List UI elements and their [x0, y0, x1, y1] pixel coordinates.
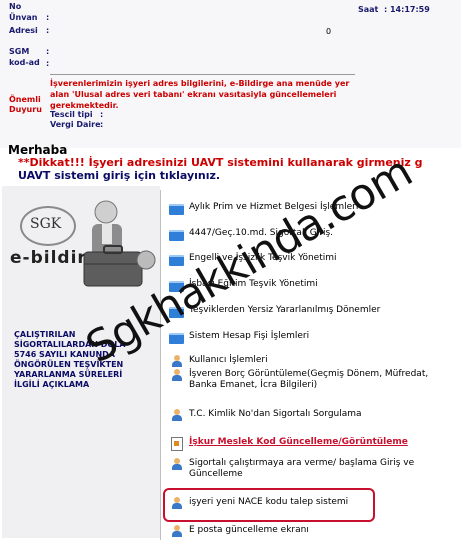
user-icon — [169, 409, 185, 421]
menu-item-hesap-fisi[interactable]: Sistem Hesap Fişi İşlemleri — [169, 331, 310, 344]
vergi-colon: : — [100, 120, 104, 129]
menu-item-label: Kullanıcı İşlemleri — [189, 355, 268, 365]
menu-item-borc[interactable]: İşveren Borç Görüntüleme(Geçmiş Dönem, M… — [169, 369, 451, 391]
vergi-dairesi-label: Vergi Daire — [50, 120, 101, 129]
menu-item-label: Sistem Hesap Fişi İşlemleri — [189, 331, 310, 341]
user-icon — [169, 355, 185, 367]
sgm-label: SGM — [9, 47, 30, 56]
menu-item-iskur[interactable]: İşkur Meslek Kod Güncelleme/Görüntüleme — [169, 437, 408, 451]
folder-icon — [169, 202, 185, 215]
adresi-label: Adresi — [9, 26, 38, 35]
folder-icon — [169, 228, 185, 241]
adresi-colon: : — [46, 26, 50, 35]
onemli-label: Önemli — [9, 95, 41, 104]
left-notice-line: YARARLANMA SÜRELERİ — [14, 370, 123, 379]
nace-highlight-box — [163, 488, 375, 522]
unvan-colon: : — [46, 13, 50, 22]
document-icon — [169, 437, 185, 451]
no-label: No — [9, 2, 22, 11]
menu-item-label: T.C. Kimlik No'dan Sigortalı Sorgulama — [189, 409, 362, 419]
menu-item-label: İşveren Borç Görüntüleme(Geçmiş Dönem, M… — [189, 369, 429, 390]
divider — [50, 74, 355, 75]
menu-item-label: İşkur Meslek Kod Güncelleme/Görüntüleme — [189, 437, 408, 447]
user-icon — [169, 525, 185, 537]
sgm-colon: : — [46, 47, 50, 56]
menu-item-eposta[interactable]: E posta güncelleme ekranı — [169, 525, 309, 537]
saat-value: : 14:17:59 — [384, 5, 430, 14]
kod-ad-colon: : — [46, 59, 50, 68]
sgk-logo-text: SGK — [30, 216, 62, 232]
tescil-tipi-label: Tescil tipi — [50, 110, 93, 119]
user-icon — [169, 369, 185, 381]
adres-notice-text: İşverenlerimizin işyeri adres bilgilerin… — [50, 79, 350, 110]
user-icon — [169, 458, 185, 470]
tescil-colon: : — [100, 110, 104, 119]
menu-item-kullanici[interactable]: Kullanıcı İşlemleri — [169, 355, 268, 367]
menu-item-ara-verme[interactable]: Sigortalı çalıştırmaya ara verme/ başlam… — [169, 458, 451, 480]
businessman-illustration — [83, 200, 156, 287]
greeting: Merhaba — [8, 143, 68, 157]
folder-icon — [169, 253, 185, 266]
saat-label: Saat — [358, 5, 379, 14]
uavt-link[interactable]: UAVT sistemi giriş için tıklayınız. — [18, 169, 220, 182]
adres-value: 0 — [326, 27, 332, 36]
menu-item-tc-kimlik[interactable]: T.C. Kimlik No'dan Sigortalı Sorgulama — [169, 409, 362, 421]
unvan-label: Ünvan — [9, 13, 38, 22]
menu-item-label: E posta güncelleme ekranı — [189, 525, 309, 535]
menu-item-label: Sigortalı çalıştırmaya ara verme/ başlam… — [189, 458, 415, 479]
left-notice-line: İLGİLİ AÇIKLAMA — [14, 380, 90, 389]
duyuru-label: Duyuru — [9, 105, 42, 114]
kod-ad-label: kod-ad — [9, 58, 40, 67]
